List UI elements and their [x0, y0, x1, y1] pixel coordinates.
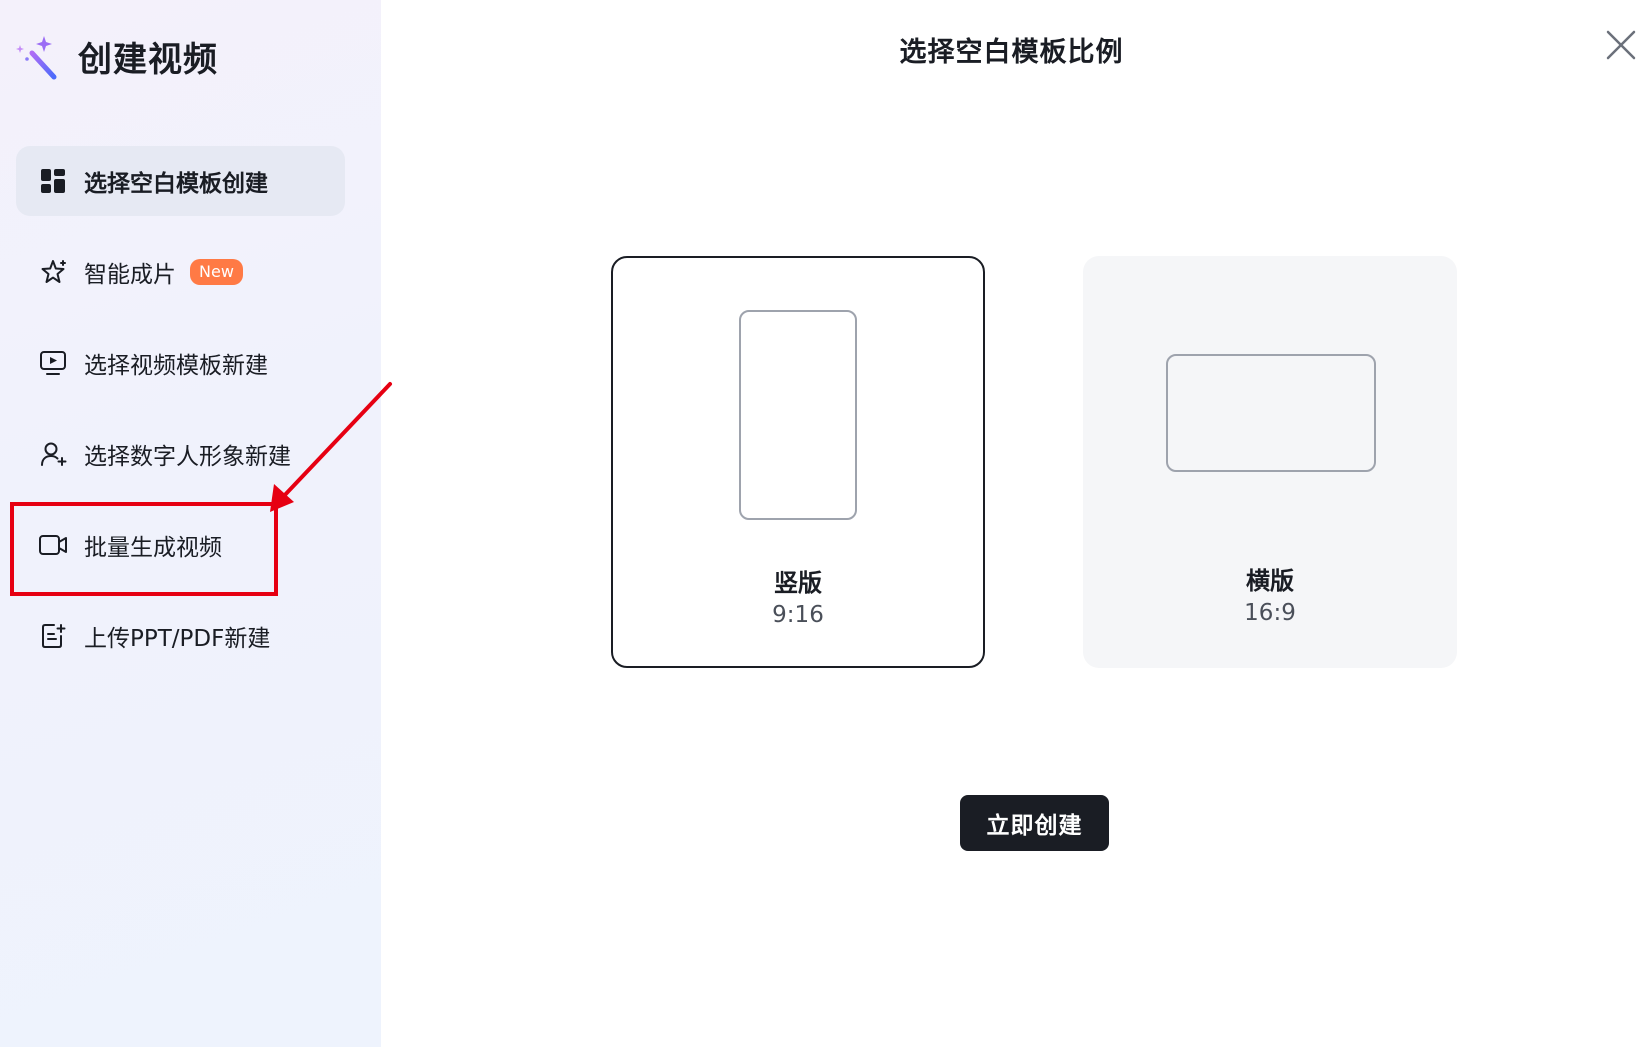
- sidebar-item-label: 智能成片: [84, 262, 176, 288]
- ratio-option-portrait[interactable]: 竖版 9:16: [611, 256, 985, 668]
- portrait-frame-preview: [739, 310, 857, 520]
- sidebar-item-smart-clip[interactable]: 智能成片 New: [16, 237, 345, 307]
- sidebar-item-upload-ppt-pdf[interactable]: 上传PPT/PDF新建: [16, 601, 345, 671]
- ratio-option-value: 16:9: [1244, 600, 1296, 626]
- document-upload-icon: [38, 621, 68, 651]
- ratio-option-name: 竖版: [774, 569, 822, 597]
- magic-wand-icon: [16, 35, 57, 79]
- sidebar-item-label: 选择空白模板创建: [84, 171, 268, 197]
- sidebar-item-label: 上传PPT/PDF新建: [84, 626, 271, 652]
- annotation-highlight-box: [10, 502, 278, 596]
- annotation-arrow-icon: [270, 382, 392, 512]
- grid-layout-icon: [38, 166, 68, 196]
- video-play-icon: [38, 348, 68, 378]
- avatar-person-icon: [38, 439, 68, 469]
- ratio-option-name: 横版: [1246, 567, 1294, 595]
- close-icon[interactable]: [1604, 28, 1638, 62]
- ratio-option-landscape[interactable]: 横版 16:9: [1083, 256, 1457, 668]
- create-video-dialog: 创建视频 选择空白模板创建 智能成片 New 选择视频模板新建 选择数字人形象新…: [0, 0, 1642, 1047]
- dialog-title: 选择空白模板比例: [899, 37, 1124, 68]
- page-title: 创建视频: [78, 40, 218, 80]
- create-now-button[interactable]: 立即创建: [960, 795, 1109, 851]
- new-badge: New: [190, 259, 243, 285]
- ratio-option-value: 9:16: [772, 602, 824, 628]
- sparkle-star-icon: [38, 257, 68, 287]
- brand: 创建视频: [14, 32, 218, 81]
- landscape-frame-preview: [1166, 354, 1376, 472]
- sidebar-item-blank-template[interactable]: 选择空白模板创建: [16, 146, 345, 216]
- sidebar-item-label: 选择视频模板新建: [84, 353, 268, 379]
